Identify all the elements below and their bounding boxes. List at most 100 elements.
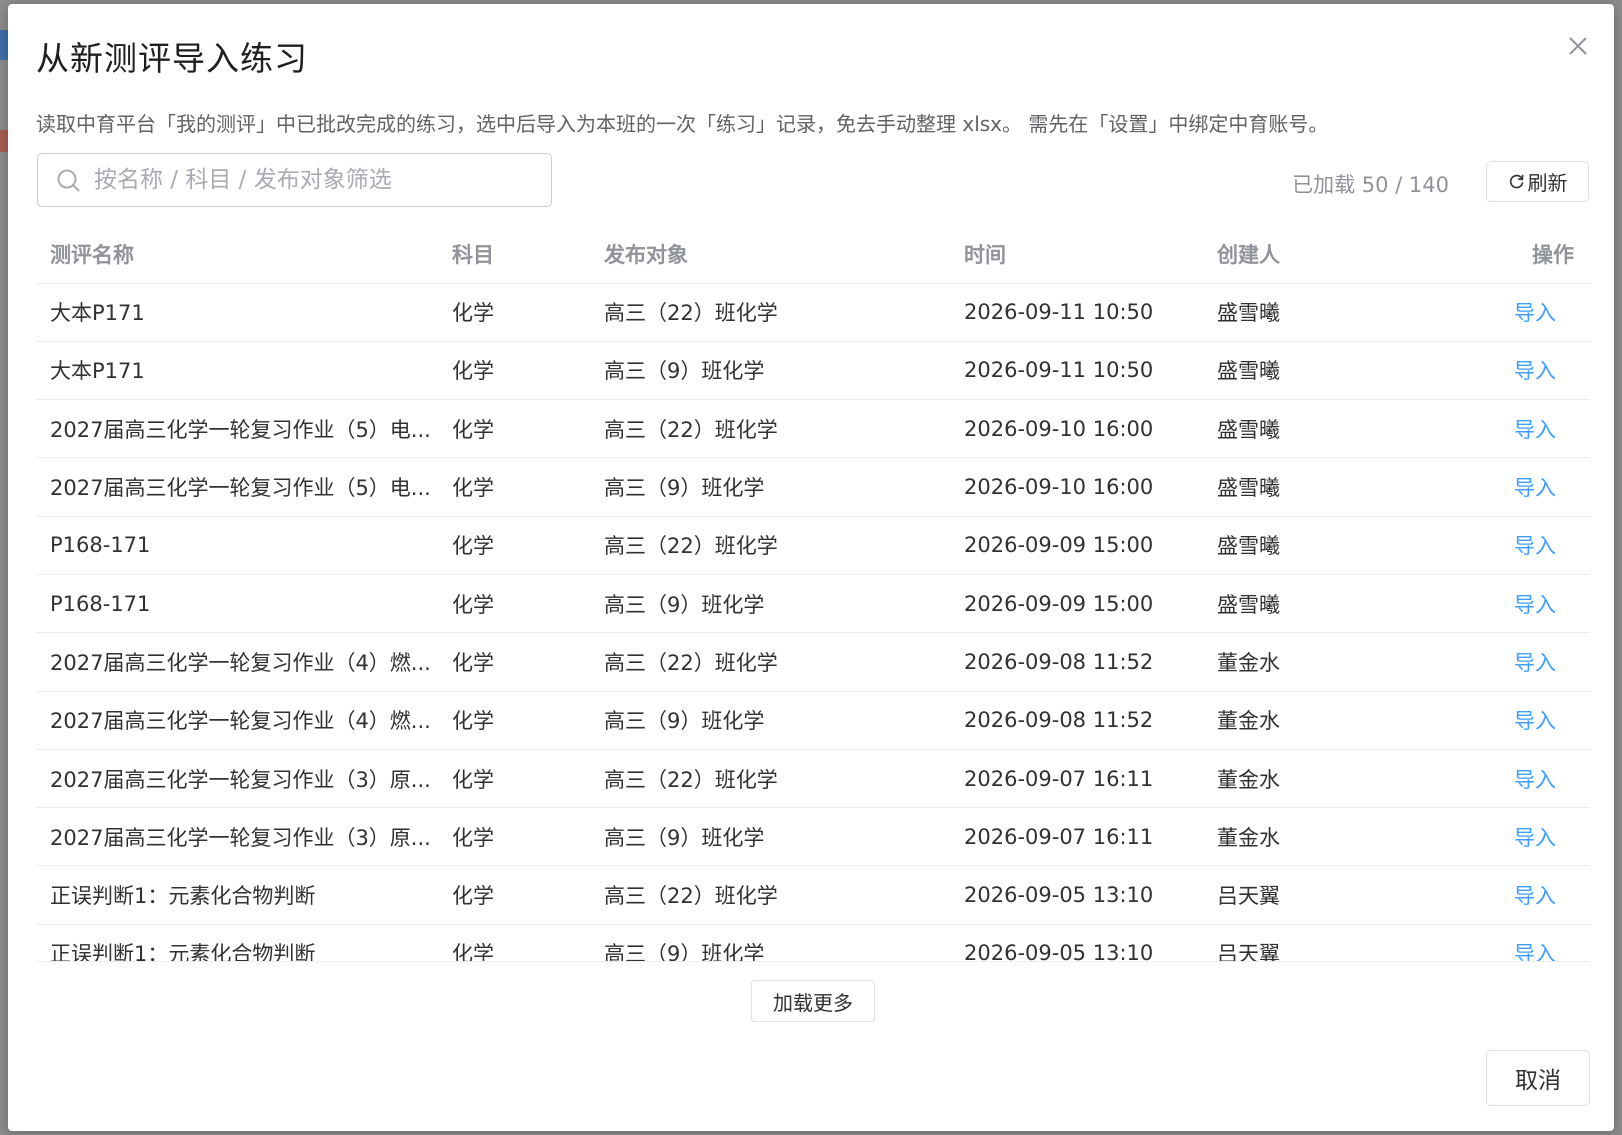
cell-name: 2027届高三化学一轮复习作业（3）原... — [36, 749, 438, 809]
table-row: P168-171 化学 高三（22）班化学 2026-09-09 15:00 盛… — [36, 516, 1590, 575]
table-header-row: 测评名称 科目 发布对象 时间 创建人 操作 — [36, 225, 1590, 284]
cell-action: 导入 — [1446, 865, 1590, 925]
cell-creator: 盛雪曦 — [1203, 283, 1446, 342]
cell-creator: 董金水 — [1203, 691, 1446, 750]
cell-creator: 吕天翼 — [1203, 865, 1446, 925]
table-row: 2027届高三化学一轮复习作业（3）原... 化学 高三（22）班化学 2026… — [36, 749, 1590, 809]
cell-time: 2026-09-09 15:00 — [950, 574, 1203, 634]
table-row: 正误判断1：元素化合物判断 化学 高三（22）班化学 2026-09-05 13… — [36, 865, 1590, 925]
cell-name: 2027届高三化学一轮复习作业（4）燃... — [36, 691, 438, 750]
import-practice-dialog: 从新测评导入练习 读取中育平台「我的测评」中已批改完成的练习，选中后导入为本班的… — [8, 4, 1614, 1131]
table-row: 大本P171 化学 高三（22）班化学 2026-09-11 10:50 盛雪曦… — [36, 283, 1590, 342]
cell-target: 高三（9）班化学 — [590, 457, 950, 517]
cell-name: 2027届高三化学一轮复习作业（4）燃... — [36, 632, 438, 692]
cell-creator: 董金水 — [1203, 749, 1446, 809]
import-link[interactable]: 导入 — [1514, 476, 1556, 500]
load-more-button[interactable]: 加载更多 — [751, 980, 875, 1022]
cell-action: 导入 — [1446, 399, 1590, 459]
import-link[interactable]: 导入 — [1514, 942, 1556, 961]
cell-action: 导入 — [1446, 457, 1590, 517]
dialog-description: 读取中育平台「我的测评」中已批改完成的练习，选中后导入为本班的一次「练习」记录，… — [36, 112, 1329, 136]
cell-time: 2026-09-05 13:10 — [950, 924, 1203, 961]
cell-action: 导入 — [1446, 924, 1590, 961]
cell-target: 高三（9）班化学 — [590, 691, 950, 750]
cell-time: 2026-09-08 11:52 — [950, 632, 1203, 692]
search-icon — [57, 169, 80, 192]
cell-creator: 盛雪曦 — [1203, 516, 1446, 575]
import-link[interactable]: 导入 — [1514, 651, 1556, 675]
search-box[interactable] — [37, 153, 552, 207]
cell-action: 导入 — [1446, 341, 1590, 401]
column-header-target: 发布对象 — [590, 225, 950, 284]
column-header-name: 测评名称 — [36, 225, 438, 284]
cell-name: P168-171 — [36, 574, 438, 634]
cell-target: 高三（9）班化学 — [590, 924, 950, 961]
cell-subject: 化学 — [438, 341, 590, 401]
cell-creator: 盛雪曦 — [1203, 399, 1446, 459]
cell-subject: 化学 — [438, 632, 590, 692]
background-app-edge — [0, 30, 8, 60]
import-link[interactable]: 导入 — [1514, 709, 1556, 733]
cell-subject: 化学 — [438, 516, 590, 575]
cell-name: 大本P171 — [36, 283, 438, 342]
import-link[interactable]: 导入 — [1514, 534, 1556, 558]
assessment-table: 测评名称 科目 发布对象 时间 创建人 操作 大本P171 化学 高三（22）班… — [36, 225, 1590, 962]
cell-target: 高三（22）班化学 — [590, 283, 950, 342]
cell-target: 高三（22）班化学 — [590, 749, 950, 809]
import-link[interactable]: 导入 — [1514, 301, 1556, 325]
cell-action: 导入 — [1446, 691, 1590, 750]
cancel-button[interactable]: 取消 — [1486, 1050, 1590, 1106]
cell-subject: 化学 — [438, 749, 590, 809]
cell-target: 高三（22）班化学 — [590, 399, 950, 459]
cell-time: 2026-09-11 10:50 — [950, 283, 1203, 342]
import-link[interactable]: 导入 — [1514, 768, 1556, 792]
cell-subject: 化学 — [438, 807, 590, 867]
cell-time: 2026-09-10 16:00 — [950, 399, 1203, 459]
refresh-button[interactable]: 刷新 — [1486, 161, 1589, 202]
cell-action: 导入 — [1446, 749, 1590, 809]
cell-action: 导入 — [1446, 516, 1590, 575]
cell-target: 高三（9）班化学 — [590, 807, 950, 867]
cell-name: 正误判断1：元素化合物判断 — [36, 924, 438, 961]
column-header-subject: 科目 — [438, 225, 590, 284]
search-input[interactable] — [94, 162, 534, 198]
import-link[interactable]: 导入 — [1514, 884, 1556, 908]
table-row: 正误判断1：元素化合物判断 化学 高三（9）班化学 2026-09-05 13:… — [36, 924, 1590, 961]
table-row: 2027届高三化学一轮复习作业（3）原... 化学 高三（9）班化学 2026-… — [36, 807, 1590, 867]
column-header-action: 操作 — [1446, 225, 1590, 284]
refresh-icon — [1509, 174, 1523, 189]
refresh-label: 刷新 — [1527, 171, 1568, 195]
cell-subject: 化学 — [438, 457, 590, 517]
import-link[interactable]: 导入 — [1514, 593, 1556, 617]
cell-name: 大本P171 — [36, 341, 438, 401]
table-row: 2027届高三化学一轮复习作业（5）电... 化学 高三（9）班化学 2026-… — [36, 457, 1590, 517]
cell-time: 2026-09-11 10:50 — [950, 341, 1203, 401]
cell-subject: 化学 — [438, 283, 590, 342]
cell-time: 2026-09-07 16:11 — [950, 749, 1203, 809]
close-button[interactable] — [1558, 26, 1598, 66]
cell-action: 导入 — [1446, 632, 1590, 692]
cell-time: 2026-09-07 16:11 — [950, 807, 1203, 867]
cell-creator: 董金水 — [1203, 807, 1446, 867]
dialog-title: 从新测评导入练习 — [36, 39, 308, 78]
cell-time: 2026-09-09 15:00 — [950, 516, 1203, 575]
cell-subject: 化学 — [438, 691, 590, 750]
import-link[interactable]: 导入 — [1514, 418, 1556, 442]
import-link[interactable]: 导入 — [1514, 359, 1556, 383]
cell-subject: 化学 — [438, 399, 590, 459]
cell-name: 正误判断1：元素化合物判断 — [36, 865, 438, 925]
cell-action: 导入 — [1446, 283, 1590, 342]
column-header-time: 时间 — [950, 225, 1203, 284]
import-link[interactable]: 导入 — [1514, 826, 1556, 850]
cell-name: 2027届高三化学一轮复习作业（3）原... — [36, 807, 438, 867]
cell-target: 高三（22）班化学 — [590, 865, 950, 925]
table-row: 2027届高三化学一轮复习作业（5）电... 化学 高三（22）班化学 2026… — [36, 399, 1590, 459]
cell-creator: 盛雪曦 — [1203, 574, 1446, 634]
cell-action: 导入 — [1446, 807, 1590, 867]
cell-creator: 盛雪曦 — [1203, 457, 1446, 517]
cell-subject: 化学 — [438, 574, 590, 634]
cell-target: 高三（22）班化学 — [590, 632, 950, 692]
background-app-edge-accent — [0, 130, 8, 152]
cell-time: 2026-09-05 13:10 — [950, 865, 1203, 925]
cell-creator: 盛雪曦 — [1203, 341, 1446, 401]
